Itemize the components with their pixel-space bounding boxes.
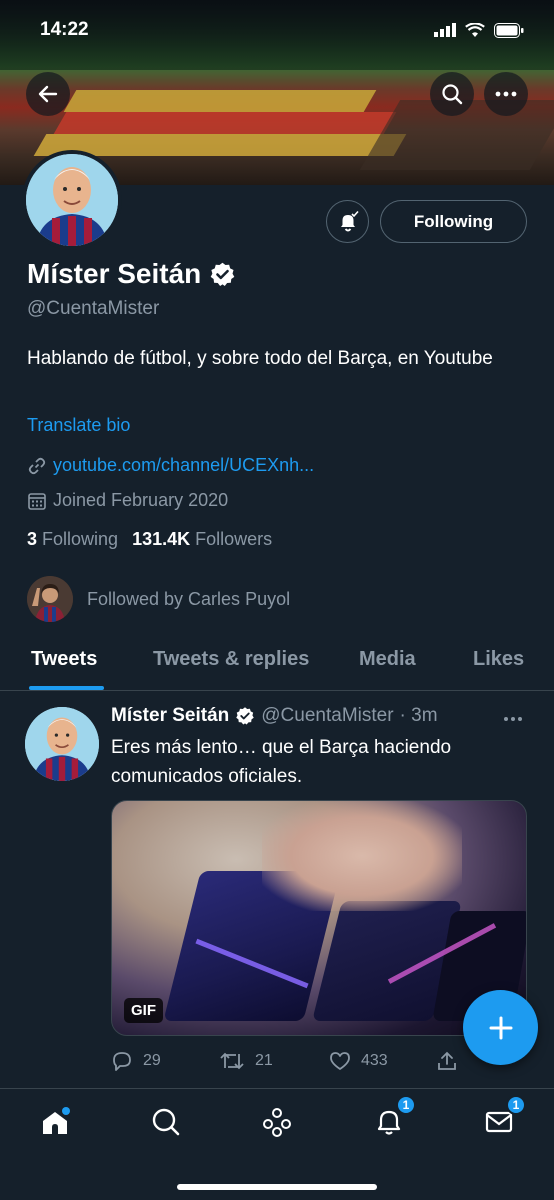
back-button[interactable] — [26, 72, 70, 116]
banner-stripe — [63, 90, 377, 112]
more-icon — [495, 91, 517, 97]
followers-count: 131.4K — [132, 529, 191, 549]
tweet-actions: 29 21 433 — [111, 1050, 471, 1072]
profile-handle: @CuentaMister — [27, 298, 160, 319]
banner-stripe — [53, 112, 397, 134]
reply-count: 29 — [143, 1052, 161, 1069]
notifications-toggle-button[interactable] — [326, 200, 369, 243]
tweet-header: Míster Seitán @CuentaMister · 3m — [111, 705, 438, 727]
tab-tweets-and-replies[interactable]: Tweets & replies — [153, 648, 309, 671]
nav-notifications[interactable]: 1 — [372, 1095, 416, 1139]
nav-messages[interactable]: 1 — [482, 1095, 526, 1139]
tweet-more-button[interactable] — [503, 705, 523, 728]
retweet-button[interactable]: 21 — [219, 1050, 329, 1072]
finger-blur — [262, 801, 462, 911]
following-count: 3 — [27, 529, 38, 549]
nav-home[interactable] — [38, 1105, 72, 1139]
followed-by-text: Followed by Carles Puyol — [87, 588, 291, 609]
tweet-text: Eres más lento… que el Barça haciendo co… — [111, 737, 452, 787]
like-icon — [330, 1052, 350, 1070]
status-icons — [434, 22, 524, 38]
bell-icon — [340, 210, 359, 231]
calendar-icon — [28, 492, 46, 510]
retweet-count: 21 — [255, 1052, 273, 1069]
verified-icon — [210, 262, 235, 286]
home-indicator — [177, 1184, 377, 1190]
joined-row: Joined February 2020 — [27, 490, 228, 511]
follower-avatar — [27, 576, 73, 622]
explore-icon — [152, 1108, 180, 1136]
website-row: youtube.com/channel/UCEXnh... — [27, 455, 314, 476]
following-count-link[interactable]: 3 Following — [27, 529, 118, 550]
website-link[interactable]: youtube.com/channel/UCEXnh... — [53, 455, 314, 476]
follow-counts: 3 Following 131.4K Followers — [27, 529, 272, 550]
more-button[interactable] — [484, 72, 528, 116]
active-tab-indicator — [29, 686, 104, 690]
search-icon — [442, 84, 463, 105]
tweet-author-name[interactable]: Míster Seitán — [111, 705, 229, 727]
tweet-timestamp[interactable]: · 3m — [400, 705, 438, 727]
battery-icon — [494, 22, 524, 38]
profile-bio: Hablando de fútbol, y sobre todo del Bar… — [27, 348, 493, 369]
back-arrow-icon — [38, 85, 58, 103]
compose-icon — [489, 1016, 512, 1039]
follower-avatar-illustration — [27, 576, 73, 622]
followers-count-link[interactable]: 131.4K Followers — [132, 529, 272, 550]
like-count: 433 — [361, 1052, 388, 1069]
profile-name-row: Míster Seitán — [27, 258, 236, 290]
tweet-gif-media[interactable]: GIF — [111, 800, 527, 1036]
tweet-avatar[interactable] — [25, 707, 99, 781]
joined-date: Joined February 2020 — [53, 490, 229, 510]
spaces-icon — [263, 1108, 291, 1137]
link-icon — [28, 457, 46, 474]
profile-name: Míster Seitán — [27, 258, 202, 289]
like-button[interactable]: 433 — [329, 1051, 436, 1071]
avatar-illustration — [26, 154, 118, 246]
profile-avatar[interactable] — [22, 150, 122, 250]
following-button[interactable]: Following — [380, 200, 527, 243]
following-label: Following — [42, 529, 119, 549]
tweet-author-handle[interactable]: @CuentaMister — [261, 705, 393, 727]
nav-explore[interactable] — [149, 1105, 183, 1139]
reply-icon — [113, 1052, 131, 1071]
wifi-icon — [465, 22, 485, 37]
profile-tabs: Tweets Tweets & replies Media Likes — [0, 630, 554, 691]
retweet-icon — [220, 1052, 244, 1070]
tab-media[interactable]: Media — [359, 648, 416, 671]
gif-badge: GIF — [124, 998, 163, 1023]
translate-bio-link[interactable]: Translate bio — [27, 415, 130, 436]
status-time: 14:22 — [40, 19, 89, 40]
followers-label: Followers — [195, 529, 273, 549]
tweet-avatar-illustration — [25, 707, 99, 781]
share-icon — [438, 1051, 456, 1070]
notifications-badge: 1 — [396, 1095, 416, 1115]
cellular-signal-icon — [434, 23, 456, 37]
messages-badge: 1 — [506, 1095, 526, 1115]
home-icon — [43, 1107, 70, 1134]
compose-tweet-button[interactable] — [463, 990, 538, 1065]
verified-icon — [236, 707, 255, 725]
search-button[interactable] — [430, 72, 474, 116]
tab-likes[interactable]: Likes — [473, 648, 524, 671]
nav-spaces[interactable] — [260, 1105, 294, 1139]
followed-by-row[interactable]: Followed by Carles Puyol — [27, 576, 290, 622]
tab-tweets[interactable]: Tweets — [31, 648, 97, 671]
reply-button[interactable]: 29 — [111, 1050, 219, 1072]
more-icon — [504, 717, 522, 721]
share-button[interactable] — [436, 1050, 458, 1072]
status-bar: 14:22 — [0, 0, 554, 60]
